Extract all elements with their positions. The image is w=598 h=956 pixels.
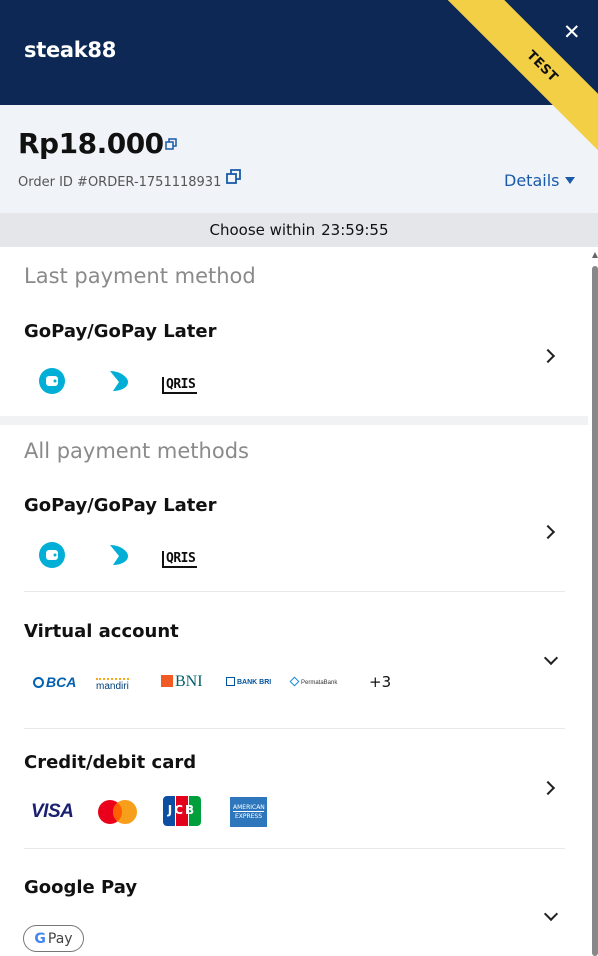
- close-icon[interactable]: ✕: [563, 20, 581, 44]
- scrollbar-thumb[interactable]: [592, 266, 598, 956]
- gopay-later-icon: [110, 545, 128, 565]
- order-amount: Rp18.000: [18, 127, 164, 160]
- bca-logo: BCA: [33, 674, 76, 690]
- amex-logo: AMERICAN EXPRESS: [230, 797, 267, 827]
- chevron-down-icon: [543, 906, 559, 922]
- method-title: GoPay/GoPay Later: [24, 321, 217, 342]
- gopay-wallet-icon: [39, 542, 65, 568]
- chevron-down-icon: [543, 650, 559, 666]
- method-title: Google Pay: [24, 877, 138, 898]
- method-title: Credit/debit card: [24, 752, 197, 773]
- merchant-name: steak88: [24, 38, 117, 62]
- bri-logo: BANK BRI: [226, 677, 271, 686]
- visa-logo: VISA: [31, 801, 74, 822]
- details-label: Details: [504, 171, 560, 190]
- order-id: Order ID #ORDER-1751118931: [18, 175, 222, 190]
- payment-header: steak88 ✕: [0, 0, 598, 105]
- bni-logo: BNI: [161, 673, 203, 691]
- mandiri-logo: mandiri: [96, 678, 129, 692]
- order-summary: Rp18.000 Order ID #ORDER-1751118931 Deta…: [0, 105, 598, 213]
- countdown-bar: Choose within 23:59:55: [0, 213, 598, 247]
- section-divider: [0, 416, 588, 425]
- chevron-right-icon: [540, 524, 556, 540]
- details-toggle[interactable]: Details: [504, 171, 576, 190]
- method-title: Virtual account: [24, 621, 179, 642]
- divider: [24, 591, 565, 592]
- qris-logo: QRIS: [162, 373, 208, 394]
- caret-down-icon: [565, 177, 576, 184]
- chevron-right-icon: [540, 348, 556, 364]
- chevron-right-icon: [540, 780, 556, 796]
- scroll-up-arrow-icon[interactable]: [592, 252, 598, 258]
- countdown-prefix: Choose within: [209, 221, 316, 239]
- divider: [24, 848, 565, 849]
- last-payment-heading: Last payment method: [24, 264, 256, 288]
- qris-logo: QRIS: [162, 547, 208, 568]
- countdown-value: 23:59:55: [321, 221, 389, 239]
- copy-amount-icon[interactable]: [165, 138, 177, 150]
- more-banks-count: +3: [369, 673, 392, 691]
- mastercard-logo: [98, 800, 137, 824]
- copy-order-id-icon[interactable]: [226, 169, 241, 184]
- permata-logo: PermataBank: [289, 676, 337, 687]
- all-payment-heading: All payment methods: [24, 439, 249, 463]
- gopay-later-icon: [110, 371, 128, 391]
- jcb-logo: JCB: [163, 796, 201, 826]
- google-g-icon: G: [34, 930, 46, 947]
- method-title: GoPay/GoPay Later: [24, 495, 217, 516]
- gopay-wallet-icon: [39, 368, 65, 394]
- divider: [24, 728, 565, 729]
- google-pay-badge: G Pay: [23, 925, 84, 952]
